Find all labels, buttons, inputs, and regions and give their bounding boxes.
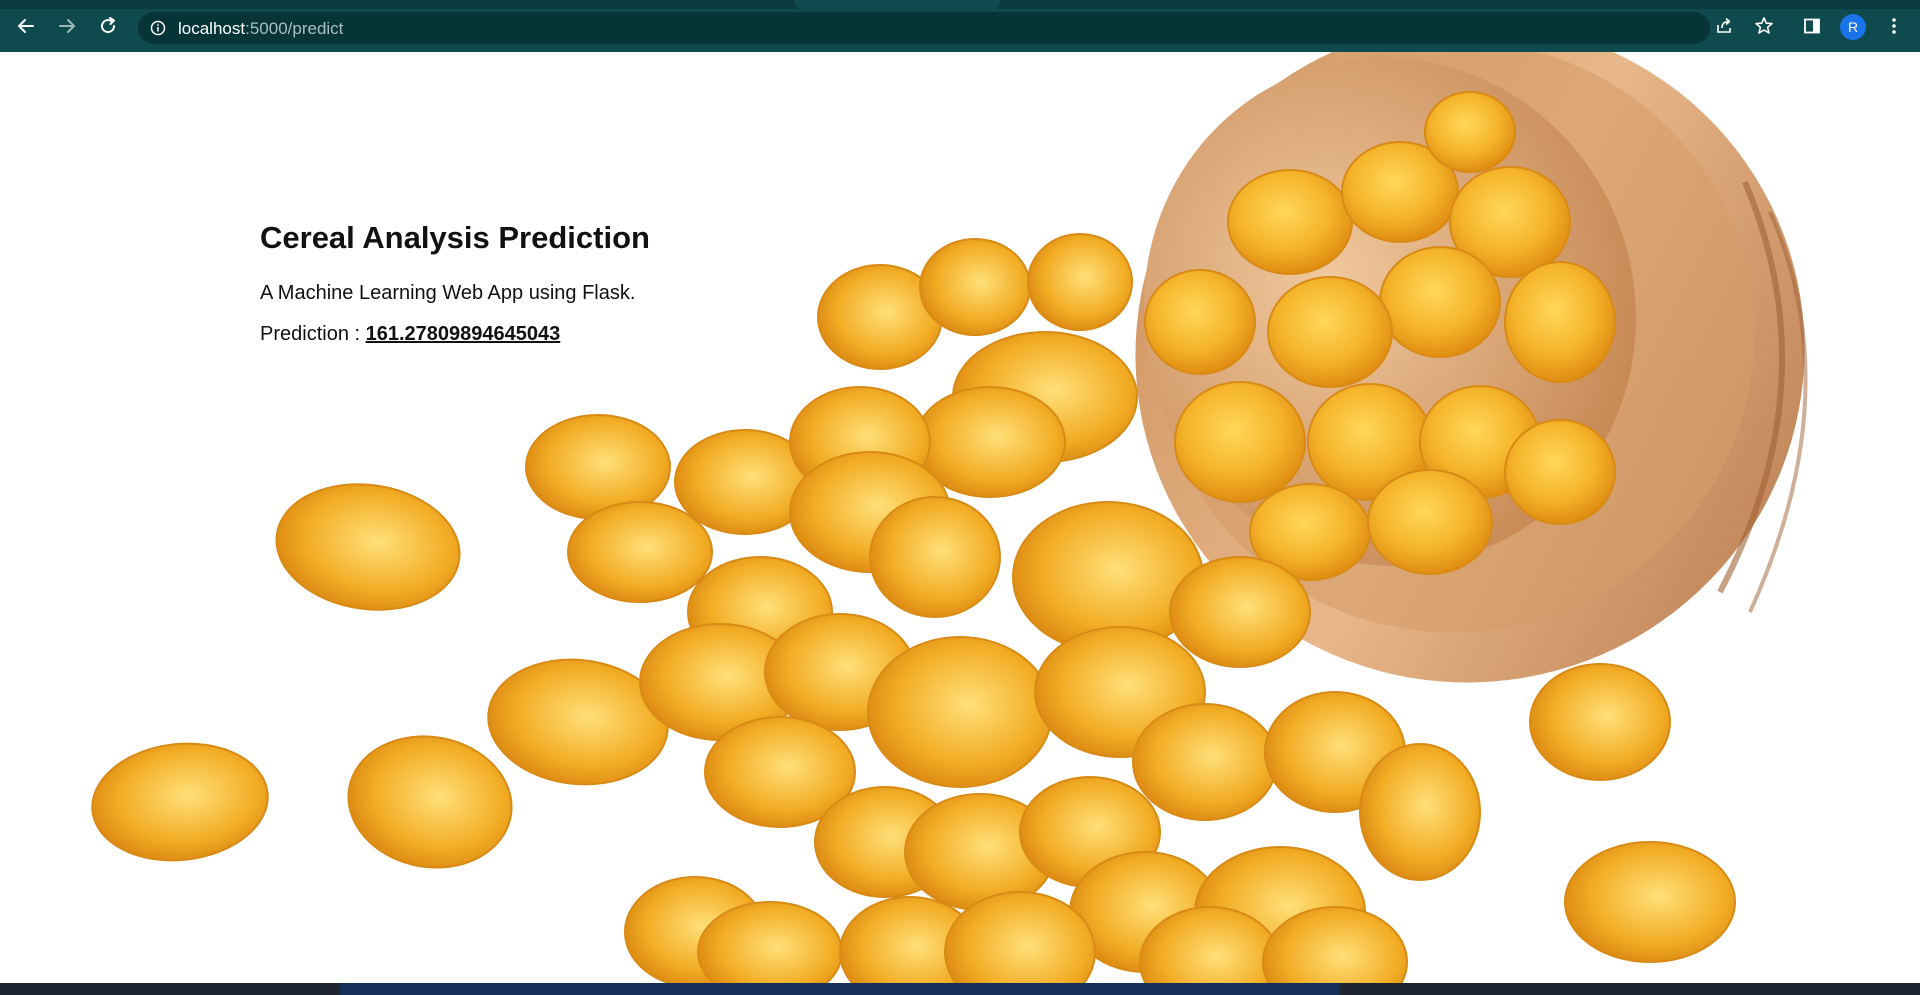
prediction-line: Prediction : 161.27809894645043	[260, 323, 650, 346]
info-icon[interactable]	[150, 20, 166, 36]
arrow-left-icon	[18, 19, 34, 33]
back-button[interactable]	[14, 14, 38, 38]
star-icon	[1755, 17, 1773, 34]
page-subtitle: A Machine Learning Web App using Flask.	[260, 282, 636, 304]
url-host: localhost	[178, 19, 246, 38]
profile-avatar[interactable]: R	[1840, 14, 1866, 40]
os-taskbar	[0, 983, 1920, 995]
side-panel-button[interactable]	[1800, 14, 1824, 38]
page-title: Cereal Analysis Prediction	[260, 220, 650, 255]
kebab-menu-icon	[1892, 18, 1896, 34]
url-path: :5000/predict	[245, 19, 344, 38]
side-panel-icon	[1804, 18, 1820, 34]
tab-strip	[0, 0, 1920, 9]
bookmark-button[interactable]	[1752, 14, 1776, 38]
prediction-panel: Cereal Analysis Prediction A Machine Lea…	[260, 220, 650, 346]
cornflakes-bowl-image	[91, 52, 1808, 983]
page-viewport: Cereal Analysis Prediction A Machine Lea…	[0, 52, 1920, 983]
reload-icon	[101, 17, 116, 34]
address-bar[interactable]: localhost:5000/predict	[138, 12, 1710, 44]
active-tab[interactable]	[795, 0, 1000, 9]
prediction-label: Prediction :	[260, 323, 366, 345]
reload-button[interactable]	[96, 14, 120, 38]
arrow-right-icon	[59, 19, 75, 33]
browser-menu-button[interactable]	[1882, 14, 1906, 38]
url-text[interactable]: localhost:5000/predict	[178, 19, 343, 39]
browser-toolbar: localhost:5000/predict R	[0, 0, 1920, 52]
share-icon	[1717, 17, 1731, 33]
forward-button[interactable]	[55, 14, 79, 38]
prediction-value: 161.27809894645043	[365, 323, 561, 345]
share-button[interactable]	[1712, 14, 1736, 38]
taskbar-highlight	[340, 983, 1340, 995]
